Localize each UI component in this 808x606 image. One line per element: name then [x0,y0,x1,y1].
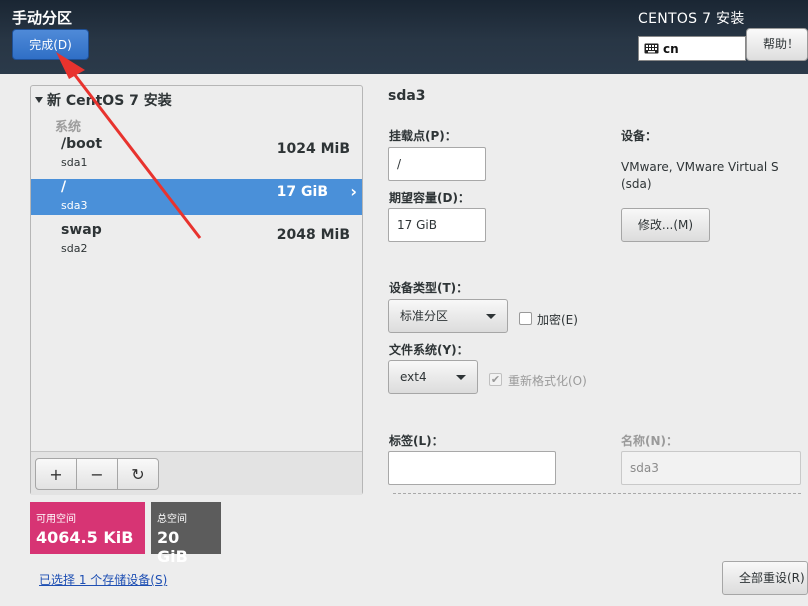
annotation-arrow [56,52,202,239]
